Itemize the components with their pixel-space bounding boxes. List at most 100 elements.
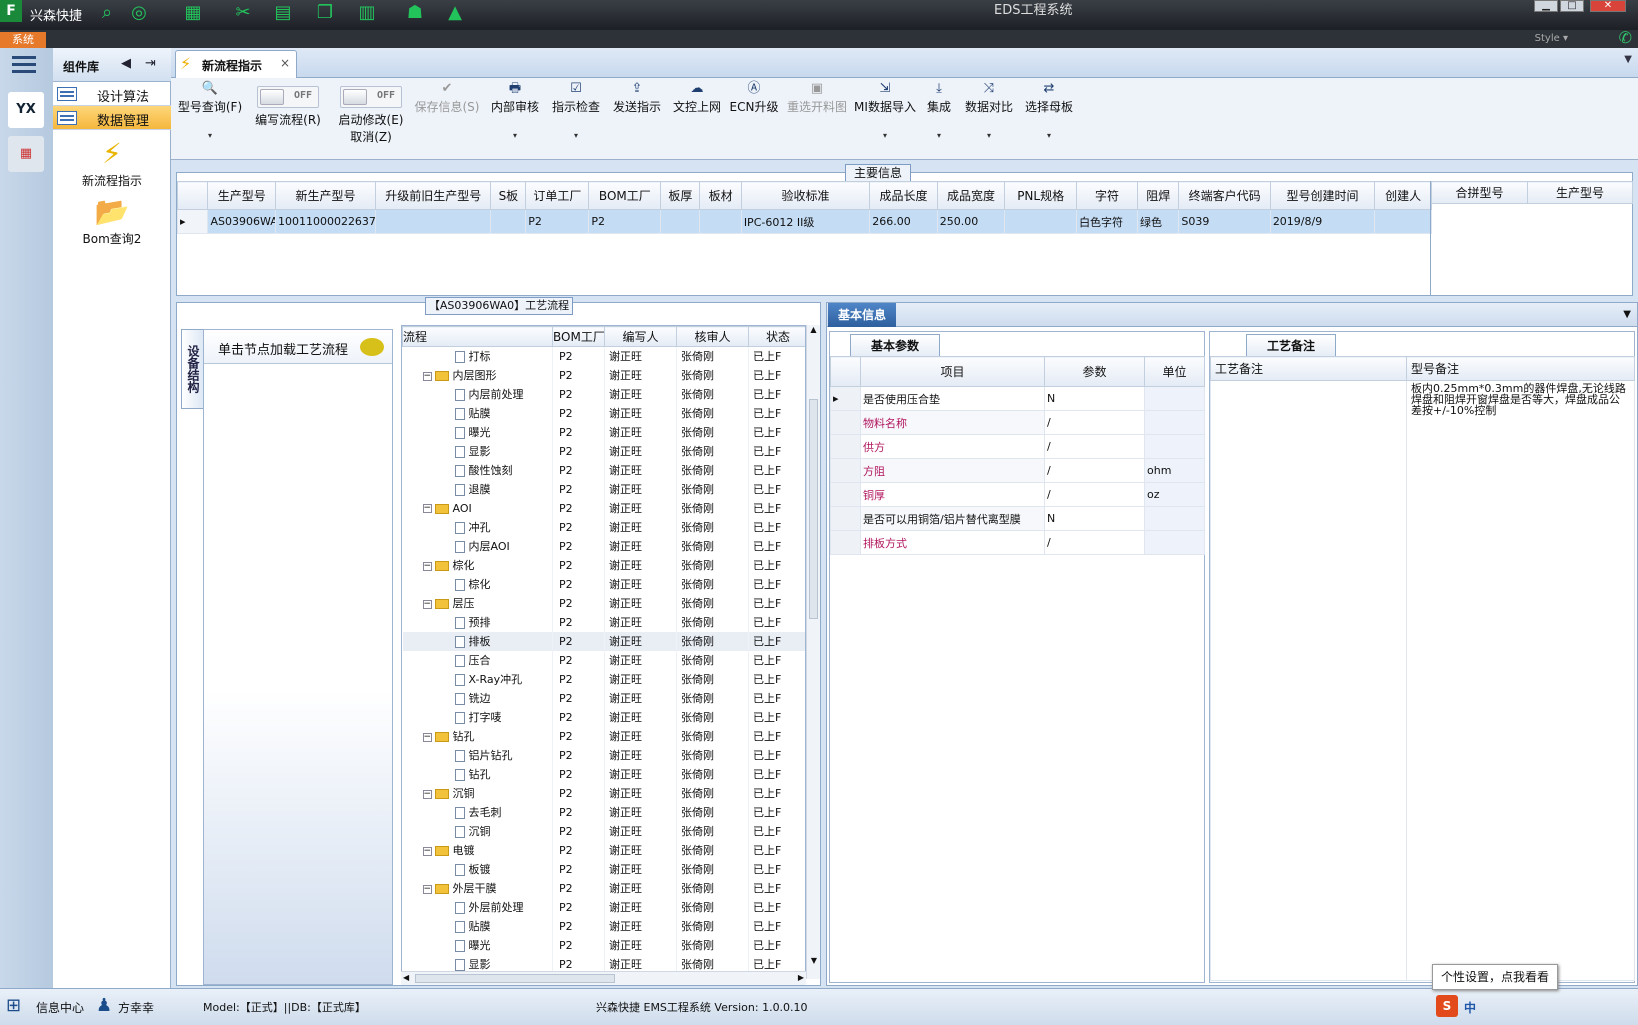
toolbar-button-11[interactable]: ⤓ 集成 ▾ xyxy=(921,78,957,158)
tab-close-icon[interactable]: × xyxy=(280,56,290,70)
toolbar-button-6[interactable]: ⇪ 发送指示 xyxy=(607,78,667,158)
param-value[interactable]: / xyxy=(1044,530,1145,555)
column-header[interactable]: BOM工厂 xyxy=(552,326,605,347)
param-row[interactable]: ▸ 是否使用压合垫 N xyxy=(830,386,1205,411)
table-cell[interactable]: 绿色 xyxy=(1137,209,1180,234)
tab-basic-info[interactable]: 基本信息 xyxy=(828,303,896,327)
process-row[interactable]: 贴膜 P2 谢正旺 张倚刚 已上F xyxy=(402,403,805,423)
collapse-icon[interactable]: − xyxy=(422,599,432,609)
toolbar-button-12[interactable]: ⤨ 数据对比 ▾ xyxy=(961,78,1017,158)
ime-mode-label[interactable]: 中 xyxy=(1464,999,1476,1016)
refresh-icon[interactable]: ◎ xyxy=(128,3,150,23)
minimize-button[interactable]: ▁ xyxy=(1534,0,1558,12)
param-value[interactable]: / xyxy=(1044,458,1145,483)
collapse-icon[interactable]: − xyxy=(422,789,432,799)
tab-menu-icon[interactable]: ▼ xyxy=(1624,54,1632,65)
param-row[interactable]: 是否可以用铜箔/铝片替代离型膜 N xyxy=(830,506,1205,531)
scroll-left-icon[interactable]: ◀ xyxy=(403,973,409,982)
column-header[interactable]: 状态 xyxy=(748,326,805,347)
toggle-switch[interactable]: OFF xyxy=(340,86,402,108)
column-header[interactable]: 流程 xyxy=(402,326,553,347)
grid-icon[interactable]: ▦ xyxy=(182,3,204,23)
column-header[interactable]: S板 xyxy=(490,181,527,210)
scroll-thumb[interactable] xyxy=(809,399,818,619)
table-cell[interactable]: AS03906WA0 xyxy=(207,209,276,234)
toolbar-button-8[interactable]: Ⓐ ECN升级 xyxy=(727,78,781,158)
process-row[interactable]: 压合 P2 谢正旺 张倚刚 已上F xyxy=(402,650,805,670)
column-header[interactable]: 字符 xyxy=(1076,181,1139,210)
process-row[interactable]: 曝光 P2 谢正旺 张倚刚 已上F xyxy=(402,935,805,955)
param-value[interactable]: / xyxy=(1044,434,1145,459)
process-row[interactable]: − 内层图形 P2 谢正旺 张倚刚 已上F xyxy=(402,365,805,385)
process-row[interactable]: 棕化 P2 谢正旺 张倚刚 已上F xyxy=(402,574,805,594)
dropdown-arrow-icon[interactable]: ▾ xyxy=(961,131,1017,140)
nav-item-data-management[interactable]: 数据管理 xyxy=(53,106,171,130)
toggle-switch[interactable]: OFF xyxy=(257,86,319,108)
maximize-button[interactable]: □ xyxy=(1560,0,1584,12)
nav-item-design-algorithm[interactable]: 设计算法 xyxy=(53,82,171,106)
table-icon[interactable]: ▥ xyxy=(356,3,378,23)
tab-new-process-instruction[interactable]: ⚡ 新流程指示 × xyxy=(175,50,297,78)
process-row[interactable]: − 钻孔 P2 谢正旺 张倚刚 已上F xyxy=(402,726,805,746)
process-row[interactable]: 冲孔 P2 谢正旺 张倚刚 已上F xyxy=(402,517,805,537)
table-cell[interactable]: P2 xyxy=(588,209,662,234)
dropdown-arrow-icon[interactable]: ▾ xyxy=(175,131,245,140)
search-icon[interactable]: ⌕ xyxy=(96,3,118,23)
tab-process-remark[interactable]: 工艺备注 xyxy=(1246,334,1336,356)
new-process-instruction-item[interactable]: ⚡ 新流程指示 xyxy=(53,136,171,189)
column-header[interactable]: 验收标准 xyxy=(740,181,871,210)
toolbar-button-2[interactable]: OFF 启动修改(E) 取消(Z) xyxy=(331,78,411,158)
column-header[interactable]: 创建人 xyxy=(1374,181,1432,210)
bom-query-item[interactable]: 📂 Bom查询2 xyxy=(53,194,171,247)
close-button[interactable]: ✕ xyxy=(1590,0,1626,12)
param-row[interactable]: 铜厚 / oz xyxy=(830,482,1205,507)
calculator-icon[interactable]: ▦ xyxy=(8,136,44,172)
process-row[interactable]: 显影 P2 谢正旺 张倚刚 已上F xyxy=(402,441,805,461)
column-header[interactable]: 核审人 xyxy=(676,326,749,347)
toolbar-button-0[interactable]: 🔍 型号查询(F) ▾ xyxy=(175,78,245,158)
process-row[interactable]: 曝光 P2 谢正旺 张倚刚 已上F xyxy=(402,422,805,442)
process-row[interactable]: − 棕化 P2 谢正旺 张倚刚 已上F xyxy=(402,555,805,575)
process-row[interactable]: 板镀 P2 谢正旺 张倚刚 已上F xyxy=(402,859,805,879)
user-icon[interactable]: ☗ xyxy=(404,3,426,23)
process-row[interactable]: X-Ray冲孔 P2 谢正旺 张倚刚 已上F xyxy=(402,669,805,689)
process-row[interactable]: 钻孔 P2 谢正旺 张倚刚 已上F xyxy=(402,764,805,784)
column-header[interactable]: 型号创建时间 xyxy=(1269,181,1376,210)
process-row[interactable]: 贴膜 P2 谢正旺 张倚刚 已上F xyxy=(402,916,805,936)
process-row[interactable]: 预排 P2 谢正旺 张倚刚 已上F xyxy=(402,612,805,632)
collapse-icon[interactable]: − xyxy=(422,884,432,894)
process-row[interactable]: − 沉铜 P2 谢正旺 张倚刚 已上F xyxy=(402,783,805,803)
process-row[interactable]: 内层前处理 P2 谢正旺 张倚刚 已上F xyxy=(402,384,805,404)
phone-icon[interactable]: ✆ xyxy=(1619,28,1632,47)
process-row[interactable]: − 层压 P2 谢正旺 张倚刚 已上F xyxy=(402,593,805,613)
param-value[interactable]: N xyxy=(1044,386,1145,411)
process-row[interactable]: 沉铜 P2 谢正旺 张倚刚 已上F xyxy=(402,821,805,841)
personalize-tooltip[interactable]: 个性设置，点我看看 xyxy=(1432,964,1558,990)
style-selector[interactable]: Style ▾ xyxy=(1535,33,1568,44)
column-header[interactable]: BOM工厂 xyxy=(588,181,662,210)
table-cell[interactable] xyxy=(1004,209,1078,234)
process-vertical-scrollbar[interactable]: ▲ ▼ xyxy=(806,325,820,979)
col-merge-model[interactable]: 合拼型号 xyxy=(1431,181,1528,204)
toolbar-button-7[interactable]: ☁ 文控上网 xyxy=(669,78,725,158)
panel-menu-icon[interactable]: ▼ xyxy=(1623,309,1631,320)
process-remark-field[interactable] xyxy=(1210,380,1407,981)
collapse-icon[interactable]: − xyxy=(422,561,432,571)
column-header[interactable]: 编写人 xyxy=(604,326,677,347)
process-row[interactable]: 内层AOI P2 谢正旺 张倚刚 已上F xyxy=(402,536,805,556)
film-icon[interactable]: ▤ xyxy=(272,3,294,23)
table-cell[interactable]: 白色字符 xyxy=(1076,209,1139,234)
process-row[interactable]: 排板 P2 谢正旺 张倚刚 已上F xyxy=(402,631,805,651)
collapse-icon[interactable]: − xyxy=(422,846,432,856)
column-header[interactable]: 订单工厂 xyxy=(525,181,590,210)
dropdown-arrow-icon[interactable]: ▾ xyxy=(1021,131,1077,140)
param-row[interactable]: 供方 / xyxy=(830,434,1205,459)
toolbar-button-3[interactable]: ✔ 保存信息(S) xyxy=(411,78,483,158)
param-value[interactable]: / xyxy=(1044,482,1145,507)
toolbar-button-9[interactable]: ▣ 重选开料图 xyxy=(785,78,849,158)
table-cell[interactable]: 266.00 xyxy=(869,209,938,234)
scroll-right-icon[interactable]: ▶ xyxy=(798,973,804,982)
info-center-link[interactable]: 信息中心 xyxy=(36,999,84,1016)
param-row[interactable]: 物料名称 / xyxy=(830,410,1205,435)
column-header[interactable]: 阻焊 xyxy=(1137,181,1180,210)
